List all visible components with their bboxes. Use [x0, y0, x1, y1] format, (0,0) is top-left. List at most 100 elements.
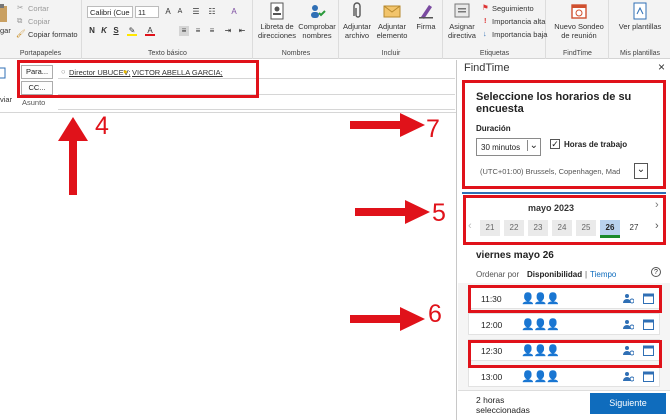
day-27[interactable]: 27 — [624, 220, 644, 236]
signature-label: Firma — [416, 22, 436, 31]
copy-button[interactable]: Copiar — [28, 17, 50, 26]
font-color-icon[interactable]: A — [145, 26, 155, 36]
shrink-font-icon[interactable]: A — [175, 7, 185, 17]
attendees-available-icon: 👤👤👤 — [521, 371, 560, 383]
font-name-select[interactable]: Calibri (Cue — [87, 6, 133, 18]
annotation-number-4: 4 — [95, 112, 109, 140]
font-size-select[interactable]: 11 — [135, 6, 159, 18]
attach-item-button[interactable]: Adjuntar elemento — [374, 2, 410, 40]
bold-icon[interactable]: N — [87, 26, 97, 36]
arrow-right-7-icon — [350, 113, 425, 137]
basic-text-group: Calibri (Cue 11 A A ☰ ☷ A N K S ✎ A ≡ ≡ … — [83, 0, 253, 59]
align-left-icon[interactable]: ≡ — [179, 26, 189, 36]
day-22[interactable]: 22 — [504, 220, 524, 236]
check-names-icon — [311, 5, 326, 18]
annotation-number-6: 6 — [428, 300, 442, 328]
attendees-available-icon: 👤👤👤 — [521, 319, 560, 331]
next-week-icon[interactable]: › — [655, 220, 659, 232]
help-icon[interactable]: ? — [651, 267, 661, 277]
calendar-icon[interactable] — [643, 319, 654, 330]
paste-icon[interactable] — [0, 3, 10, 23]
assign-policy-button[interactable]: Asignar directiva — [444, 2, 480, 40]
duration-select[interactable]: 30 minutos ⌄ — [476, 138, 541, 156]
include-group: Adjuntar archivo Adjuntar elemento Firma… — [340, 0, 443, 59]
arrow-up-icon — [58, 117, 88, 195]
timezone-select[interactable]: (UTC+01:00) Brussels, Copenhagen, Mad ⌄ — [476, 163, 648, 179]
names-group: Libreta de direcciones Comprobar nombres… — [254, 0, 339, 59]
close-icon[interactable]: × — [658, 60, 665, 74]
align-center-icon[interactable]: ≡ — [193, 26, 203, 36]
annotation-box-recipients — [17, 60, 259, 98]
day-21[interactable]: 21 — [480, 220, 500, 236]
organizer-icon[interactable] — [623, 371, 634, 382]
arrow-right-6-icon — [350, 307, 425, 331]
subject-field[interactable] — [58, 96, 455, 110]
flag-icon: ⚑ — [482, 3, 489, 12]
send-button[interactable]: viar — [0, 95, 12, 104]
work-hours-checkbox[interactable]: ✓ — [550, 139, 560, 149]
tags-group-label: Etiquetas — [479, 50, 510, 57]
compose-area: viar Para... ○ Director UBUCEV; ● VICTOR… — [0, 60, 457, 420]
findtime-group: Nuevo Sondeo de reunión FindTime — [547, 0, 609, 59]
low-importance-icon: ↓ — [483, 29, 487, 38]
poll-heading: Seleccione los horarios de su encuesta — [476, 91, 632, 115]
organizer-icon[interactable] — [623, 319, 634, 330]
followup-button[interactable]: Seguimiento — [492, 4, 534, 13]
findtime-pane: FindTime × Seleccione los horarios de su… — [458, 60, 670, 420]
attach-file-label: Adjuntar archivo — [343, 22, 371, 40]
cut-button[interactable]: Cortar — [28, 4, 49, 13]
signature-button[interactable]: Firma — [412, 2, 440, 31]
names-group-label: Nombres — [281, 50, 311, 57]
day-heading: viernes mayo 26 — [476, 250, 554, 261]
timezone-value: (UTC+01:00) Brussels, Copenhagen, Mad — [480, 167, 621, 176]
assign-policy-label: Asignar directiva — [448, 22, 476, 40]
slot-1200[interactable]: 12:00 👤👤👤 — [468, 313, 660, 335]
grow-font-icon[interactable]: A — [163, 7, 173, 17]
view-templates-button[interactable]: Ver plantillas — [618, 2, 662, 31]
slot-1300[interactable]: 13:00 👤👤👤 — [468, 365, 660, 387]
sort-label: Ordenar por — [476, 270, 520, 279]
calendar-icon[interactable] — [643, 371, 654, 382]
new-poll-button[interactable]: Nuevo Sondeo de reunión — [551, 2, 607, 40]
slot-time: 13:00 — [481, 372, 503, 382]
pane-title: FindTime — [464, 62, 510, 74]
ribbon: gar ✂ Cortar ⧉ Copiar 🖌 Copiar formato P… — [0, 0, 670, 59]
underline-icon[interactable]: S — [111, 26, 121, 36]
day-26-selected[interactable]: 26 — [600, 220, 620, 238]
send-icon — [0, 67, 6, 79]
clear-format-icon[interactable]: A — [229, 7, 239, 17]
check-names-label: Comprobar nombres — [298, 22, 336, 40]
attach-file-button[interactable]: Adjuntar archivo — [341, 2, 373, 40]
policy-icon — [454, 3, 470, 18]
subject-label: Asunto — [22, 98, 46, 107]
timezone-chevron-icon: ⌄ — [634, 163, 648, 179]
duration-label: Duración — [476, 124, 511, 133]
align-right-icon[interactable]: ≡ — [207, 26, 217, 36]
paste-button-label[interactable]: gar — [0, 26, 11, 35]
day-24[interactable]: 24 — [552, 220, 572, 236]
next-button[interactable]: Siguiente — [590, 393, 666, 414]
sort-time[interactable]: Tiempo — [590, 270, 616, 279]
indent-icon[interactable]: ⇥ — [223, 26, 233, 36]
check-names-button[interactable]: Comprobar nombres — [297, 2, 337, 40]
selected-hours-text: 2 horas seleccionadas — [476, 395, 530, 415]
annotation-number-5: 5 — [432, 199, 446, 227]
highlight-icon[interactable]: ✎ — [127, 26, 137, 36]
sort-availability[interactable]: Disponibilidad — [527, 270, 582, 279]
day-25[interactable]: 25 — [576, 220, 596, 236]
bullets-icon[interactable]: ☰ — [191, 7, 201, 17]
day-23[interactable]: 23 — [528, 220, 548, 236]
italic-icon[interactable]: K — [99, 26, 109, 36]
numbering-icon[interactable]: ☷ — [207, 7, 217, 17]
high-importance-button[interactable]: Importancia alta — [492, 17, 545, 26]
low-importance-button[interactable]: Importancia baja — [492, 30, 547, 39]
attach-item-label: Adjuntar elemento — [376, 22, 408, 40]
cut-icon: ✂ — [17, 3, 24, 12]
templates-group-label: Mis plantillas — [619, 50, 661, 57]
high-importance-icon: ! — [484, 16, 487, 25]
day-strip: 21 22 23 24 25 26 27 — [458, 195, 670, 245]
address-book-button[interactable]: Libreta de direcciones — [258, 2, 296, 40]
outdent-icon[interactable]: ⇤ — [237, 26, 247, 36]
format-painter-button[interactable]: Copiar formato — [28, 30, 78, 39]
address-book-icon — [270, 2, 284, 20]
